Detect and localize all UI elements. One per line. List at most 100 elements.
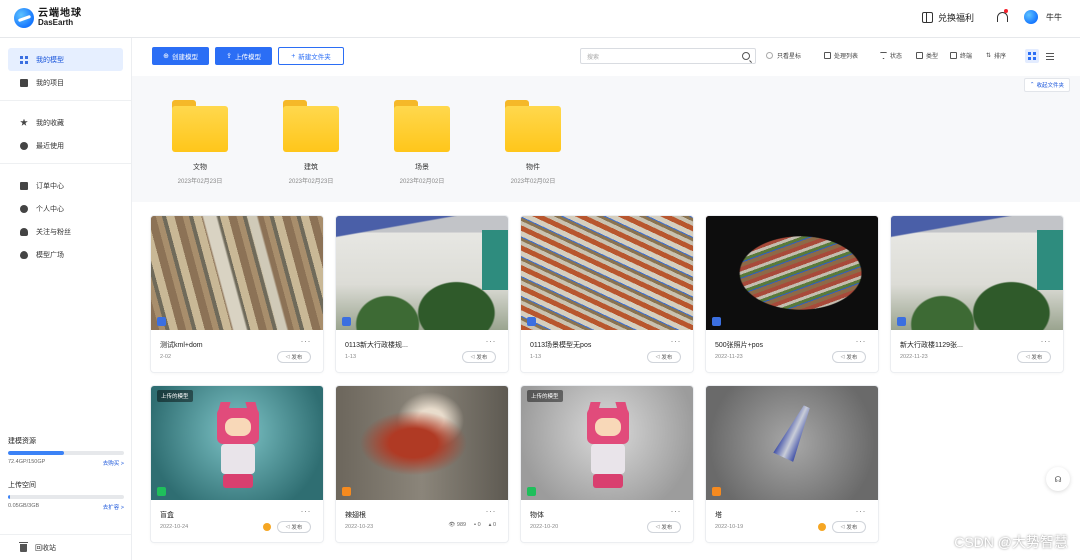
publish-button[interactable]: 发布 [277, 521, 311, 533]
folder-name: 文物 [193, 164, 207, 171]
grid-icon [20, 55, 28, 64]
model-thumbnail[interactable] [706, 386, 878, 500]
logo[interactable]: 云端地球 DasEarth [14, 8, 82, 28]
notification-bell-icon[interactable] [996, 8, 1008, 24]
more-options-icon[interactable]: ··· [301, 506, 312, 516]
warning-icon [263, 523, 271, 531]
publish-button[interactable]: 发布 [832, 351, 866, 363]
model-card[interactable]: 0113场景模型无pos ··· 1-13 发布 [521, 216, 693, 372]
terminal-filter-button[interactable]: 终端 [950, 51, 972, 60]
folder-name: 场景 [415, 164, 429, 171]
folder-item[interactable]: 建筑 2023年02月23日 [271, 100, 351, 185]
sidebar-item-label: 模型广场 [36, 251, 64, 259]
sidebar-item-orders[interactable]: 订单中心 [8, 174, 123, 197]
publish-button[interactable]: 发布 [647, 351, 681, 363]
avatar[interactable] [1024, 10, 1038, 24]
create-model-button[interactable]: ⊕ 创建模型 [152, 47, 209, 65]
username[interactable]: 牛牛 [1046, 12, 1062, 23]
likes-count: ▴ 0 [488, 522, 496, 528]
sidebar-item-recent[interactable]: 最近使用 [8, 134, 123, 157]
status-filter-button[interactable]: 状态 [880, 51, 902, 60]
publish-button[interactable]: 发布 [832, 521, 866, 533]
sidebar-item-profile[interactable]: 个人中心 [8, 197, 123, 220]
model-type-badge-icon [527, 317, 536, 326]
more-options-icon[interactable]: ··· [856, 336, 867, 346]
model-card[interactable]: 辣翅根 ··· 2022-10-23 👁 989 ▪ 0 ▴ 0 [336, 386, 508, 542]
folder-date: 2023年02月02日 [510, 179, 556, 185]
type-filter-button[interactable]: 类型 [916, 51, 938, 60]
model-thumbnail[interactable] [521, 216, 693, 330]
model-card[interactable]: 新大行政楼1129张... ··· 2022-11-23 发布 [891, 216, 1063, 372]
folder-item[interactable]: 场景 2023年02月02日 [382, 100, 462, 185]
sidebar-item-my-projects[interactable]: 我的项目 [8, 71, 123, 94]
more-options-icon[interactable]: ··· [486, 336, 497, 346]
publish-button[interactable]: 发布 [647, 521, 681, 533]
list-view-button[interactable] [1043, 49, 1057, 63]
model-title: 500张照片+pos [715, 342, 764, 349]
more-options-icon[interactable]: ··· [671, 336, 682, 346]
model-card[interactable]: 0113新大行政楼规... ··· 1-13 发布 [336, 216, 508, 372]
model-card[interactable]: 上传的模型 物体 ··· 2022-10-20 发布 [521, 386, 693, 542]
sidebar-item-follows[interactable]: 关注与粉丝 [8, 220, 123, 243]
model-thumbnail[interactable] [151, 216, 323, 330]
star-icon [20, 118, 28, 126]
sort-button[interactable]: ⇅ 排序 [986, 51, 1006, 60]
new-folder-button[interactable]: + 新建文件夹 [278, 47, 344, 65]
search-placeholder: 搜索 [587, 54, 600, 61]
user-icon [20, 227, 28, 236]
process-list-button[interactable]: 处理列表 [824, 51, 858, 60]
search-input[interactable]: 搜索 [580, 48, 756, 64]
search-icon[interactable] [742, 52, 750, 60]
sidebar-item-label: 我的收藏 [36, 119, 64, 127]
plus-icon: + [291, 52, 296, 60]
more-options-icon[interactable]: ··· [856, 506, 867, 516]
only-favorites-toggle[interactable]: 只看星标 [766, 51, 801, 60]
model-grid: 测试kml+dom ··· 2-02 发布 0113新大行政楼规... ··· … [132, 202, 1080, 560]
more-options-icon[interactable]: ··· [486, 506, 497, 516]
folder-item[interactable]: 文物 2023年02月23日 [160, 100, 240, 185]
model-thumbnail[interactable] [706, 216, 878, 330]
model-card[interactable]: 500张照片+pos ··· 2022-11-23 发布 [706, 216, 878, 372]
customer-service-icon[interactable]: ☊ [1046, 467, 1070, 491]
publish-button[interactable]: 发布 [277, 351, 311, 363]
drop-icon [20, 250, 28, 259]
model-type-badge-icon [897, 317, 906, 326]
upload-icon: ⇪ [226, 53, 232, 60]
model-title: 0113场景模型无pos [530, 342, 592, 349]
publish-button[interactable]: 发布 [462, 351, 496, 363]
model-thumbnail[interactable] [336, 386, 508, 500]
more-options-icon[interactable]: ··· [1041, 336, 1052, 346]
sidebar-item-my-models[interactable]: 我的模型 [8, 48, 123, 71]
sidebar-item-model-plaza[interactable]: 模型广场 [8, 243, 123, 266]
grid-view-icon [1028, 52, 1036, 60]
tower-figure [773, 402, 817, 462]
model-title: 0113新大行政楼规... [345, 342, 408, 349]
recycle-bin-button[interactable]: 回收站 [0, 534, 131, 560]
more-options-icon[interactable]: ··· [671, 506, 682, 516]
more-options-icon[interactable]: ··· [301, 336, 312, 346]
model-thumbnail[interactable] [891, 216, 1063, 330]
sidebar-item-favorites[interactable]: 我的收藏 [8, 111, 123, 134]
folder-item[interactable]: 物件 2023年02月02日 [493, 100, 573, 185]
model-thumbnail[interactable]: 上传的模型 [521, 386, 693, 500]
sidebar-item-label: 订单中心 [36, 182, 64, 190]
warning-icon [818, 523, 826, 531]
model-date: 2022-10-20 [530, 524, 559, 530]
model-thumbnail[interactable] [336, 216, 508, 330]
monitor-icon [950, 52, 957, 59]
model-card[interactable]: 测试kml+dom ··· 2-02 发布 [151, 216, 323, 372]
upload-model-button[interactable]: ⇪ 上传模型 [215, 47, 272, 65]
model-date: 2022-10-19 [715, 524, 744, 530]
views-count: 👁 989 [448, 522, 467, 528]
expand-space-link[interactable]: 去扩容 > [103, 503, 124, 511]
plus-circle-icon: ⊕ [163, 53, 169, 60]
redeem-button[interactable]: 兑换福利 [921, 11, 974, 24]
model-card[interactable]: 上传的模型 盲盒 ··· 2022-10-24 发布 [151, 386, 323, 542]
collapse-folders-button[interactable]: ⌃ 收起文件夹 [1023, 78, 1070, 92]
sidebar-item-label: 我的项目 [36, 79, 64, 87]
model-thumbnail[interactable]: 上传的模型 [151, 386, 323, 500]
grid-view-button[interactable] [1025, 49, 1039, 63]
buy-resource-link[interactable]: 去购买 > [103, 459, 124, 467]
model-card[interactable]: 塔 ··· 2022-10-19 发布 [706, 386, 878, 542]
publish-button[interactable]: 发布 [1017, 351, 1051, 363]
